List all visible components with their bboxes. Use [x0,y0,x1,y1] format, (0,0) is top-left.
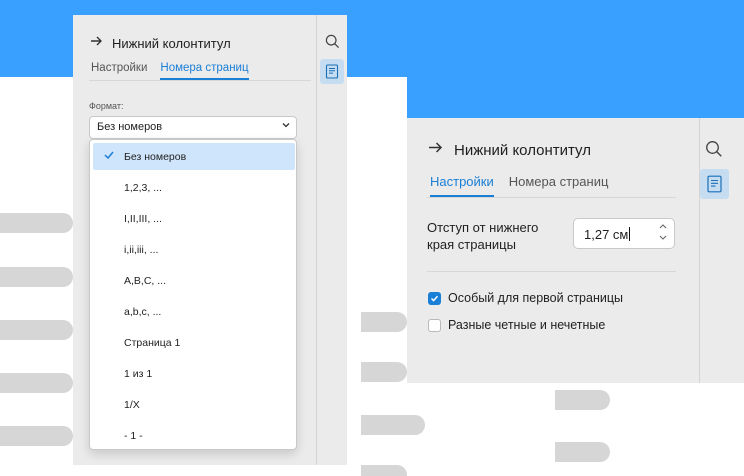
format-dropdown-list: Без номеров 1,2,3, ... I,II,III, ... i,i… [89,139,297,450]
page-footer-icon[interactable] [700,169,729,199]
document-text-line [0,426,73,446]
dropdown-option-label: i,ii,iii, ... [124,244,159,256]
arrow-right-icon[interactable] [90,34,103,52]
format-select-value: Без номеров [97,121,163,133]
tab-page-numbers[interactable]: Номера страниц [160,62,249,80]
panel-title: Нижний колонтитул [112,35,231,51]
document-text-line [361,312,407,332]
bottom-offset-label: Отступ от нижнего края страницы [427,220,539,252]
panel-header: Нижний колонтитул [428,141,591,159]
document-text-line [361,362,407,382]
document-text-line [0,373,73,393]
dropdown-option[interactable]: 1 из 1 [93,360,295,387]
first-page-different-checkbox[interactable]: Особый для первой страницы [428,291,623,305]
stepper-arrows-icon[interactable] [659,221,667,246]
dropdown-option-label: Без номеров [124,151,187,163]
dropdown-option[interactable]: 1,2,3, ... [93,174,295,201]
odd-even-different-checkbox[interactable]: Разные четные и нечетные [428,318,605,332]
search-icon[interactable] [321,30,343,52]
dropdown-option-label: Страница 1 [124,337,181,349]
dropdown-option[interactable]: Страница 1 [93,329,295,356]
checkbox-checked-icon[interactable] [428,291,441,305]
checkbox-label: Разные четные и нечетные [448,318,606,332]
document-text-line [0,213,73,233]
document-text-line [555,442,610,462]
format-select[interactable]: Без номеров [89,116,297,139]
panel-tabs: Настройки Номера страниц [91,62,249,80]
document-text-line [361,465,407,476]
checkbox-unchecked-icon[interactable] [428,318,441,332]
search-icon[interactable] [703,138,725,160]
format-label: Формат: [89,101,124,111]
document-text-line [0,320,73,340]
dropdown-option-label: 1 из 1 [124,368,153,380]
dropdown-option[interactable]: i,ii,iii, ... [93,236,295,263]
tab-settings[interactable]: Настройки [91,62,147,80]
dropdown-option[interactable]: A,B,C, ... [93,267,295,294]
text-caret [629,227,631,241]
tab-settings[interactable]: Настройки [430,174,494,197]
checkmark-icon [103,149,115,164]
bottom-offset-value: 1,27 см [584,227,629,242]
dropdown-option-label: a,b,c, ... [124,306,162,318]
section-divider [427,271,676,272]
panel-header: Нижний колонтитул [90,34,231,52]
panel-tabs: Настройки Номера страниц [430,174,608,197]
page-footer-icon[interactable] [320,59,344,84]
dropdown-option[interactable]: a,b,c, ... [93,298,295,325]
document-text-line [0,267,73,287]
dropdown-option-label: 1,2,3, ... [124,182,162,194]
dropdown-option-label: I,II,III, ... [124,213,162,225]
dropdown-option[interactable]: - 1 - [93,422,295,449]
document-text-line [361,415,425,435]
checkbox-label: Особый для первой страницы [448,291,623,305]
dropdown-option[interactable]: I,II,III, ... [93,205,295,232]
tabs-divider [89,80,311,81]
dropdown-option-label: - 1 - [124,430,143,442]
dropdown-option-label: A,B,C, ... [124,275,167,287]
dropdown-option-label: 1/X [124,399,140,411]
tabs-divider [427,197,676,198]
dropdown-option[interactable]: 1/X [93,391,295,418]
tab-page-numbers[interactable]: Номера страниц [509,174,609,197]
dropdown-option[interactable]: Без номеров [93,143,295,170]
document-text-line [555,390,610,410]
chevron-down-icon [282,121,290,132]
bottom-offset-input[interactable]: 1,27 см [573,218,675,249]
panel-title: Нижний колонтитул [454,141,591,159]
arrow-right-icon[interactable] [428,141,443,159]
